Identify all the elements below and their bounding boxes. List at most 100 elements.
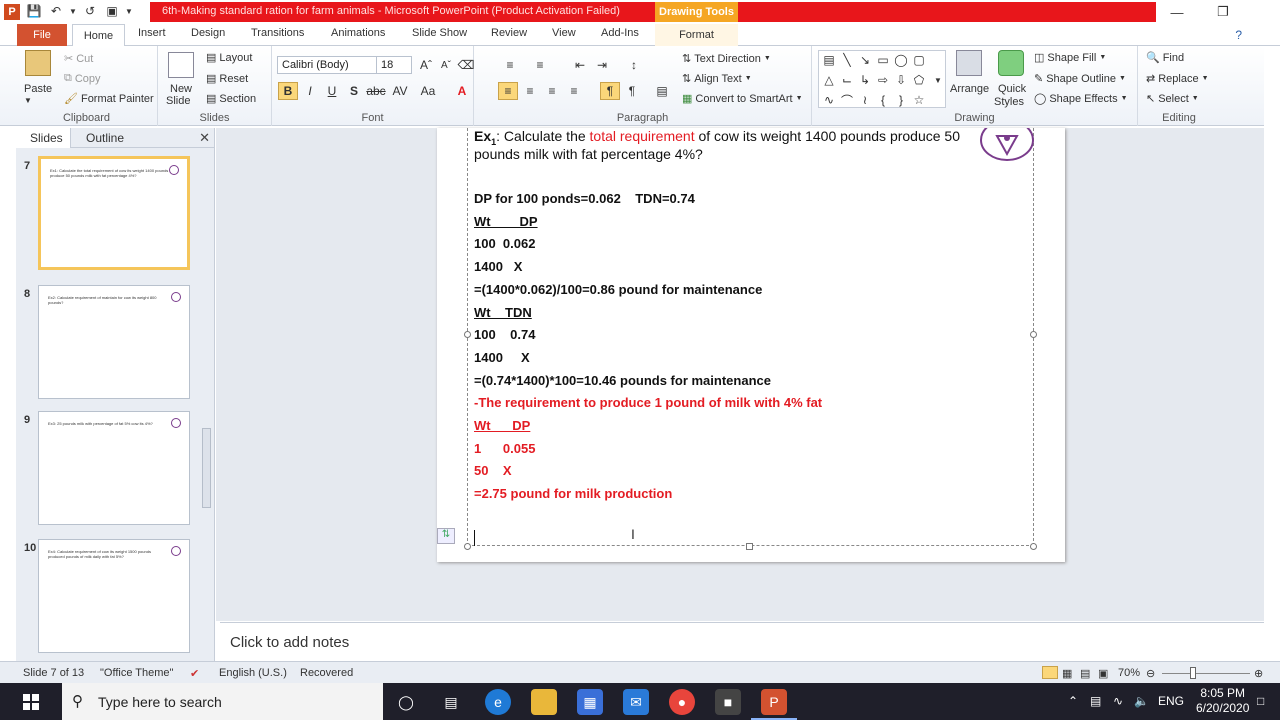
- notes-pane[interactable]: Click to add notes: [220, 622, 1264, 661]
- arrow-line-shape-icon[interactable]: ↘: [858, 53, 872, 67]
- section-button[interactable]: ▤ Section: [206, 92, 256, 106]
- dropdown-arrow-icon[interactable]: ▼: [68, 2, 78, 20]
- customize-qat-icon[interactable]: ▼: [124, 2, 134, 20]
- grow-font-icon[interactable]: Aˆ: [416, 56, 436, 74]
- tab-view[interactable]: View: [552, 27, 576, 39]
- arc-shape-icon[interactable]: ⌒: [840, 93, 854, 108]
- change-case-icon[interactable]: Aa: [418, 82, 438, 100]
- screen-recorder-icon[interactable]: ■: [715, 689, 741, 715]
- find-button[interactable]: 🔍 Find: [1146, 51, 1184, 65]
- new-slide-icon[interactable]: [168, 52, 194, 78]
- slide-thumbnail-9[interactable]: Ex3: 25 pounds milk with percentage of f…: [38, 411, 190, 525]
- shadow-button[interactable]: S: [344, 82, 364, 100]
- quick-styles-button-line2[interactable]: Styles: [994, 96, 1024, 108]
- format-painter-button[interactable]: 🖌 Format Painter: [64, 92, 154, 106]
- copy-button[interactable]: ⧉ Copy: [64, 72, 101, 85]
- arrange-icon[interactable]: [956, 50, 982, 76]
- quick-styles-button[interactable]: Quick: [998, 83, 1026, 95]
- shape-outline-button[interactable]: ✎ Shape Outline ▼: [1034, 72, 1126, 86]
- normal-view-icon[interactable]: [1042, 666, 1058, 679]
- oval-shape-icon[interactable]: ◯: [894, 53, 908, 67]
- restore-icon[interactable]: ❐: [1200, 0, 1246, 24]
- pane-scroll-thumb[interactable]: [202, 428, 211, 508]
- ltr-icon[interactable]: ¶: [600, 82, 620, 100]
- powerpoint-taskbar-icon[interactable]: P: [761, 689, 787, 715]
- tab-home[interactable]: Home: [72, 24, 125, 47]
- zoom-slider-knob[interactable]: [1190, 667, 1196, 679]
- slide-sorter-icon[interactable]: ▦: [1062, 667, 1072, 680]
- editor-scrollbar[interactable]: [1264, 128, 1280, 661]
- reading-view-icon[interactable]: ▤: [1080, 667, 1090, 680]
- slideshow-icon[interactable]: ▣: [102, 2, 122, 20]
- slide-thumbnail-10[interactable]: Ex4: Calculate requirement of cow its we…: [38, 539, 190, 653]
- language-indicator[interactable]: English (U.S.): [219, 667, 287, 679]
- columns-icon[interactable]: ▤: [652, 82, 672, 100]
- edge-icon[interactable]: e: [485, 689, 511, 715]
- resize-handle[interactable]: [1030, 331, 1037, 338]
- mail-icon[interactable]: ✉: [623, 689, 649, 715]
- save-icon[interactable]: 💾: [24, 2, 44, 20]
- star-shape-icon[interactable]: ☆: [912, 93, 926, 107]
- numbering-icon[interactable]: ≡: [530, 56, 550, 74]
- freeform-shape-icon[interactable]: ≀: [858, 93, 872, 107]
- shapes-gallery[interactable]: ▤ ╲ ↘ ▭ ◯ ▢ △ ⌙ ↳ ⇨ ⇩ ⬠ ∿ ⌒ ≀ { } ☆ ▼: [818, 50, 946, 108]
- cortana-icon[interactable]: ◯: [393, 689, 419, 715]
- strikethrough-button[interactable]: abc: [366, 82, 386, 100]
- zoom-out-icon[interactable]: ⊖: [1146, 667, 1155, 680]
- underline-button[interactable]: U: [322, 82, 342, 100]
- spellcheck-icon[interactable]: ✔: [190, 667, 199, 680]
- tab-insert[interactable]: Insert: [138, 27, 166, 39]
- slide-thumbnail-8[interactable]: Ex2: Calculate requirement of maintain f…: [38, 285, 190, 399]
- autofit-options-icon[interactable]: ⇅: [437, 528, 455, 544]
- right-arrow-shape-icon[interactable]: ⇨: [876, 73, 890, 87]
- windows-start-icon[interactable]: [0, 683, 62, 720]
- elbow-shape-icon[interactable]: ⌙: [840, 73, 854, 87]
- taskbar-search[interactable]: ⚲ Type here to search: [62, 683, 383, 720]
- language-indicator[interactable]: ENG: [1158, 694, 1184, 708]
- wifi-icon[interactable]: ∿: [1113, 694, 1123, 708]
- replace-button[interactable]: ⇄ Replace ▼: [1146, 72, 1209, 86]
- clear-format-icon[interactable]: ⌫: [456, 56, 476, 74]
- volume-icon[interactable]: 🔈: [1134, 694, 1149, 708]
- task-view-icon[interactable]: ▤: [438, 689, 464, 715]
- font-color-icon[interactable]: A: [452, 82, 472, 100]
- align-right-icon[interactable]: ≡: [542, 82, 562, 100]
- tab-transitions[interactable]: Transitions: [251, 27, 304, 39]
- pane-scrollbar[interactable]: [200, 150, 213, 655]
- cut-button[interactable]: ✂ Cut: [64, 52, 93, 66]
- convert-smartart-button[interactable]: ▦ Convert to SmartArt ▼: [682, 92, 803, 106]
- file-explorer-icon[interactable]: [531, 689, 557, 715]
- bold-button[interactable]: B: [278, 82, 298, 100]
- tab-design[interactable]: Design: [191, 27, 225, 39]
- resize-handle[interactable]: [464, 331, 471, 338]
- resize-handle[interactable]: [1030, 543, 1037, 550]
- more-shapes-icon[interactable]: ▼: [931, 73, 945, 87]
- justify-icon[interactable]: ≡: [564, 82, 584, 100]
- rtl-icon[interactable]: ¶: [622, 82, 642, 100]
- close-icon[interactable]: ✕: [199, 130, 210, 146]
- bullets-icon[interactable]: ≡: [500, 56, 520, 74]
- font-size-select[interactable]: 18: [376, 56, 412, 74]
- zoom-level[interactable]: 70%: [1118, 667, 1140, 679]
- layout-button[interactable]: ▤ Layout: [206, 51, 252, 65]
- new-slide-button-line2[interactable]: Slide: [166, 95, 190, 107]
- redo-icon[interactable]: ↺: [80, 2, 100, 20]
- italic-button[interactable]: I: [300, 82, 320, 100]
- align-center-icon[interactable]: ≡: [520, 82, 540, 100]
- spacing-icon[interactable]: AV: [390, 82, 410, 100]
- text-direction-button[interactable]: ⇅ Text Direction ▼: [682, 52, 771, 66]
- tab-format[interactable]: Format: [655, 24, 738, 46]
- brace-left-shape-icon[interactable]: {: [876, 93, 890, 107]
- tab-review[interactable]: Review: [491, 27, 527, 39]
- chrome-icon[interactable]: ●: [669, 689, 695, 715]
- triangle-shape-icon[interactable]: △: [822, 73, 836, 87]
- select-button[interactable]: ↖ Select ▼: [1146, 92, 1199, 106]
- pentagon-shape-icon[interactable]: ⬠: [912, 73, 926, 87]
- paste-icon[interactable]: [25, 50, 51, 76]
- search-input[interactable]: Type here to search: [98, 694, 222, 710]
- increase-indent-icon[interactable]: ⇥: [592, 56, 612, 74]
- tab-outline[interactable]: Outline: [86, 131, 124, 145]
- shape-fill-button[interactable]: ◫ Shape Fill ▼: [1034, 51, 1106, 65]
- tab-file[interactable]: File: [17, 24, 67, 46]
- undo-icon[interactable]: ↶: [46, 2, 66, 20]
